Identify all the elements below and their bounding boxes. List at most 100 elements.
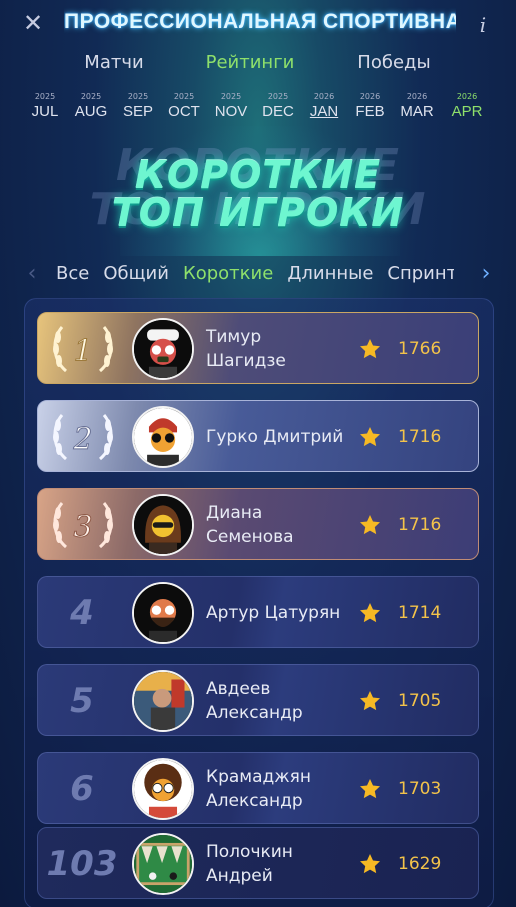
leaderboard-row[interactable]: 5 Авдеев Александр 1705 (37, 664, 479, 736)
star-icon (360, 603, 380, 623)
star-icon (360, 854, 380, 874)
month-year: 2026 (313, 92, 335, 101)
player-name-line1: Авдеев (206, 679, 271, 699)
month-label: MAR (400, 103, 434, 120)
player-name-line2: Александр (206, 703, 303, 723)
rank-number: 3 (73, 510, 92, 545)
header: ✕ ПРОФЕССИОНАЛЬНАЯ СПОРТИВНАЯ... i (0, 0, 516, 48)
month-item[interactable]: 2025 AUG (68, 92, 114, 126)
category-all[interactable]: Все (56, 258, 89, 290)
month-year: 2025 (127, 92, 149, 101)
rank-number: 1 (73, 334, 92, 369)
month-year: 2025 (173, 92, 195, 101)
gold-laurel-icon: 1 (53, 326, 113, 373)
month-label: DEC (262, 103, 294, 120)
player-name-line1: Диана (206, 503, 263, 523)
star-icon (360, 427, 380, 447)
month-item[interactable]: 2026 FEB (347, 92, 393, 126)
player-score: 1714 (398, 603, 442, 623)
player-name-line1: Полочкин (206, 842, 293, 862)
star-icon (360, 779, 380, 799)
month-year: 2025 (220, 92, 242, 101)
player-name-line2: Шагидзе (206, 351, 286, 371)
avatar[interactable] (132, 833, 194, 895)
month-label: JUL (31, 103, 59, 120)
leaderboard-row[interactable]: 1 Тимур Шагидзе 1766 (37, 312, 479, 384)
chevron-left-icon[interactable]: ‹ (22, 258, 42, 290)
player-name-line2: Андрей (206, 866, 273, 886)
rank-number: 103 (46, 844, 118, 884)
category-scroller: Все Общий Короткие Длинные Спринт (56, 258, 454, 290)
chevron-right-icon[interactable]: › (476, 258, 496, 290)
avatar[interactable] (132, 406, 194, 468)
player-name: Гурко Дмитрий (206, 401, 356, 471)
month-label: JAN (309, 103, 339, 120)
close-icon[interactable]: ✕ (20, 10, 46, 36)
rank-number: 5 (70, 681, 94, 721)
month-label: SEP (122, 103, 153, 120)
month-item[interactable]: 2025 NOV (208, 92, 254, 126)
player-name-line2: Александр (206, 791, 303, 811)
month-item[interactable]: 2025 JUL (22, 92, 68, 126)
player-score: 1703 (398, 779, 442, 799)
player-score: 1629 (398, 854, 442, 874)
banner-title-line1: КОРОТКИЕ (134, 153, 382, 197)
player-score: 1716 (398, 515, 442, 535)
category-short[interactable]: Короткие (183, 258, 273, 290)
month-year: 2026 (406, 92, 428, 101)
player-name: Полочкин Андрей (206, 828, 356, 898)
player-score: 1716 (398, 427, 442, 447)
page-title: ПРОФЕССИОНАЛЬНАЯ СПОРТИВНАЯ... (64, 10, 456, 33)
player-name: Диана Семенова (206, 489, 356, 559)
month-label: NOV (214, 103, 248, 120)
player-name-line2: Семенова (206, 527, 294, 547)
rank-number: 2 (72, 422, 92, 457)
month-year: 2025 (267, 92, 289, 101)
category-sprint[interactable]: Спринт (387, 258, 454, 290)
avatar[interactable] (132, 758, 194, 820)
player-name-line1: Гурко Дмитрий (206, 427, 344, 447)
player-name-line1: Артур Цатурян (206, 603, 341, 623)
silver-laurel-icon: 2 (53, 414, 113, 461)
month-label: FEB (355, 103, 385, 120)
leaderboard-row-current-user[interactable]: 103 Полочкин Андрей 1629 (37, 827, 479, 899)
month-item[interactable]: 2025 DEC (255, 92, 301, 126)
banner-title-line2: ТОП ИГРОКИ (111, 191, 405, 235)
leaderboard-row[interactable]: 2 Гурко Дмитрий 1716 (37, 400, 479, 472)
star-icon (360, 339, 380, 359)
rank-number: 4 (70, 593, 94, 633)
avatar[interactable] (132, 670, 194, 732)
category-long[interactable]: Длинные (287, 258, 373, 290)
info-icon[interactable]: i (474, 12, 492, 38)
month-label: APR (451, 103, 483, 120)
star-icon (360, 515, 380, 535)
player-name-line1: Тимур (206, 327, 262, 347)
avatar[interactable] (132, 318, 194, 380)
tab-ratings[interactable]: Рейтинги (196, 48, 304, 78)
rank-number: 6 (70, 769, 94, 809)
month-label: OCT (168, 103, 200, 120)
player-score: 1766 (398, 339, 442, 359)
month-item[interactable]: 2026 MAR (394, 92, 440, 126)
month-item-selected[interactable]: 2026 APR (444, 92, 490, 126)
leaderboard-row[interactable]: 6 Крамаджян Александр 1703 (37, 752, 479, 824)
avatar[interactable] (132, 494, 194, 556)
player-name: Артур Цатурян (206, 577, 356, 647)
month-item[interactable]: 2025 OCT (161, 92, 207, 126)
month-label: AUG (74, 103, 108, 120)
tab-wins[interactable]: Победы (342, 48, 446, 78)
leaderboard-row[interactable]: 4 Артур Цатурян 1714 (37, 576, 479, 648)
category-general[interactable]: Общий (103, 258, 169, 290)
avatar[interactable] (132, 582, 194, 644)
leaderboard-row[interactable]: 3 Диана Семенова 1716 (37, 488, 479, 560)
leaderboard-list: 1 Тимур Шагидзе 1766 2 Гурко Дмитрий 1716 (24, 298, 494, 907)
bronze-laurel-icon: 3 (53, 502, 113, 549)
month-item[interactable]: 2025 SEP (115, 92, 161, 126)
player-score: 1705 (398, 691, 442, 711)
tab-matches[interactable]: Матчи (62, 48, 166, 78)
player-name-line1: Крамаджян (206, 767, 311, 787)
month-item-current[interactable]: 2026 JAN (301, 92, 347, 126)
main-tabs: Матчи Рейтинги Победы (0, 48, 516, 78)
player-name: Крамаджян Александр (206, 753, 356, 823)
month-year: 2026 (456, 92, 478, 101)
